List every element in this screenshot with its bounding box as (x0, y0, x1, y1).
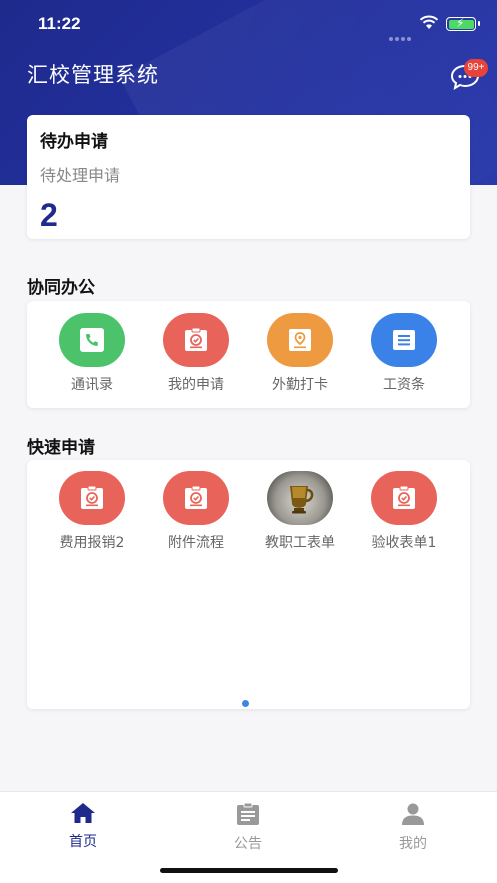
app-title: 汇校管理系统 (27, 63, 159, 87)
collab-item-label: 外勤打卡 (272, 377, 328, 393)
pending-subtitle: 待处理申请 (40, 166, 121, 185)
user-icon (402, 803, 424, 825)
tab-notice[interactable]: 公告 (198, 802, 298, 853)
page-indicator-dot[interactable] (242, 700, 249, 707)
pending-card[interactable]: 待办申请 待处理申请 2 (27, 115, 470, 239)
home-icon (71, 803, 95, 823)
wifi-icon (419, 15, 439, 29)
clipboard-check-icon (371, 471, 437, 525)
home-indicator (160, 868, 338, 873)
quick-card: 费用报销2 附件流程 教职工表单 验收表单1 (27, 460, 470, 709)
collab-card: 通讯录 我的申请 外勤打卡 工资条 (27, 301, 470, 408)
quick-item-label: 附件流程 (168, 535, 224, 551)
collab-item-my-applications[interactable]: 我的申请 (144, 313, 248, 394)
message-count-badge: 99+ (464, 59, 488, 77)
clipboard-check-icon (163, 313, 229, 367)
tab-label: 首页 (69, 834, 97, 850)
quick-item-expense[interactable]: 费用报销2 (40, 471, 144, 552)
status-time: 11:22 (38, 14, 81, 33)
collab-item-label: 通讯录 (71, 377, 113, 393)
quick-item-label: 教职工表单 (265, 535, 335, 551)
clipboard-check-icon (59, 471, 125, 525)
location-card-icon (267, 313, 333, 367)
cellular-signal-icon (389, 26, 413, 45)
quick-item-label: 费用报销2 (59, 535, 125, 551)
quick-item-staff-form[interactable]: 教职工表单 (248, 471, 352, 552)
pending-title: 待办申请 (40, 132, 108, 152)
quick-item-attachment-flow[interactable]: 附件流程 (144, 471, 248, 552)
tab-home[interactable]: 首页 (33, 802, 133, 851)
quick-section-title: 快速申请 (27, 438, 95, 458)
tab-label: 公告 (234, 836, 262, 852)
status-bar: 11:22 ⚡ (0, 0, 497, 48)
clipboard-check-icon (163, 471, 229, 525)
collab-item-field-checkin[interactable]: 外勤打卡 (248, 313, 352, 394)
list-document-icon (371, 313, 437, 367)
collab-section-title: 协同办公 (27, 278, 95, 298)
notice-icon (237, 802, 259, 825)
tab-label: 我的 (399, 836, 427, 852)
collab-item-contacts[interactable]: 通讯录 (40, 313, 144, 394)
quick-item-label: 验收表单1 (371, 535, 437, 551)
collab-item-payslip[interactable]: 工资条 (352, 313, 456, 394)
quick-item-acceptance-form[interactable]: 验收表单1 (352, 471, 456, 552)
pending-count: 2 (40, 197, 58, 233)
tab-profile[interactable]: 我的 (363, 802, 463, 853)
battery-icon: ⚡ (446, 16, 480, 31)
collab-item-label: 我的申请 (168, 377, 224, 393)
collab-item-label: 工资条 (383, 377, 425, 393)
cup-photo (267, 471, 333, 525)
phone-icon (59, 313, 125, 367)
